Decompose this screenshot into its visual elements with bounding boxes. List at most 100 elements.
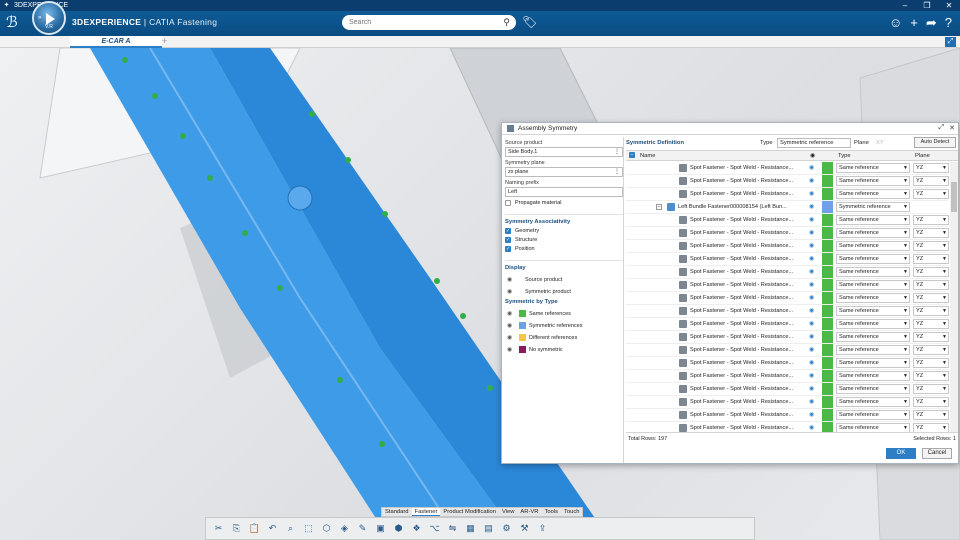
user-icon[interactable]: ☺ bbox=[889, 15, 902, 31]
display-source-row[interactable]: ◉ Source product bbox=[505, 276, 623, 284]
assembly-icon[interactable]: ❖ bbox=[410, 522, 423, 535]
fastener-icon[interactable]: ⬡ bbox=[320, 522, 333, 535]
col-type-header[interactable]: Type bbox=[838, 153, 851, 159]
row-type-select[interactable]: Same reference bbox=[836, 254, 910, 264]
row-plane-select[interactable]: YZ bbox=[913, 228, 949, 238]
search-icon[interactable]: ⚲ bbox=[503, 17, 510, 28]
action-tab-fastener[interactable]: Fastener bbox=[411, 508, 441, 516]
row-plane-select[interactable]: YZ bbox=[913, 423, 949, 432]
settings-icon[interactable]: ⚒ bbox=[518, 522, 531, 535]
row-type-select[interactable]: Symmetric reference bbox=[836, 202, 910, 212]
undo-icon[interactable]: ↶ bbox=[266, 522, 279, 535]
action-tab-ar-vr[interactable]: AR-VR bbox=[517, 508, 541, 516]
action-tab-view[interactable]: View bbox=[499, 508, 517, 516]
eye-icon[interactable]: ◉ bbox=[809, 190, 814, 197]
eye-icon[interactable]: ◉ bbox=[809, 424, 814, 431]
row-type-select[interactable]: Same reference bbox=[836, 306, 910, 316]
row-type-select[interactable]: Same reference bbox=[836, 410, 910, 420]
position-checkbox[interactable]: ✓ bbox=[505, 246, 511, 252]
bytype-row[interactable]: ◉ No symmetric bbox=[505, 346, 623, 353]
row-plane-select[interactable]: YZ bbox=[913, 410, 949, 420]
eye-icon[interactable]: ◉ bbox=[809, 281, 814, 288]
paste-icon[interactable]: 📋 bbox=[248, 522, 261, 535]
bytype-row[interactable]: ◉ Different references bbox=[505, 334, 623, 341]
eye-icon[interactable]: ◉ bbox=[809, 229, 814, 236]
action-tab-standard[interactable]: Standard bbox=[382, 508, 412, 516]
table-row[interactable]: Spot Fastener - Spot Weld - Resistance..… bbox=[626, 162, 949, 175]
scroll-thumb[interactable] bbox=[951, 182, 957, 212]
eye-icon[interactable]: ◉ bbox=[809, 385, 814, 392]
table-row[interactable]: Spot Fastener - Spot Weld - Resistance..… bbox=[626, 409, 949, 422]
fit-all-icon[interactable]: ⤢ bbox=[945, 37, 956, 47]
dialog-titlebar[interactable]: Assembly Symmetry bbox=[502, 123, 958, 135]
propagate-material-row[interactable]: Propagate material bbox=[505, 200, 623, 206]
auto-detect-button[interactable]: Auto Detect bbox=[914, 137, 956, 148]
row-plane-select[interactable]: YZ bbox=[913, 176, 949, 186]
close-icon[interactable]: ✕ bbox=[949, 124, 955, 132]
eye-icon[interactable]: ◉ bbox=[809, 216, 814, 223]
assoc-geometry-row[interactable]: ✓ Geometry bbox=[505, 228, 623, 234]
source-product-field[interactable]: Side Body.1 ⋮ bbox=[505, 147, 623, 157]
eye-icon[interactable]: ◉ bbox=[809, 333, 814, 340]
table-row[interactable]: Spot Fastener - Spot Weld - Resistance..… bbox=[626, 344, 949, 357]
type-select[interactable]: Symmetric reference bbox=[777, 138, 851, 148]
row-type-select[interactable]: Same reference bbox=[836, 345, 910, 355]
eye-icon[interactable]: ◉ bbox=[809, 294, 814, 301]
cube-icon[interactable]: ◈ bbox=[338, 522, 351, 535]
table-row[interactable]: Spot Fastener - Spot Weld - Resistance..… bbox=[626, 318, 949, 331]
table-icon[interactable]: ▤ bbox=[482, 522, 495, 535]
row-plane-select[interactable]: YZ bbox=[913, 254, 949, 264]
table-row[interactable]: Spot Fastener - Spot Weld - Resistance..… bbox=[626, 253, 949, 266]
grid-scrollbar[interactable] bbox=[950, 162, 958, 432]
row-type-select[interactable]: Same reference bbox=[836, 397, 910, 407]
row-plane-select[interactable]: YZ bbox=[913, 267, 949, 277]
cut-icon[interactable]: ✂ bbox=[212, 522, 225, 535]
table-row[interactable]: Spot Fastener - Spot Weld - Resistance..… bbox=[626, 422, 949, 432]
row-plane-select[interactable]: YZ bbox=[913, 306, 949, 316]
tree-icon[interactable]: ⌥ bbox=[428, 522, 441, 535]
row-plane-select[interactable]: YZ bbox=[913, 371, 949, 381]
row-type-select[interactable]: Same reference bbox=[836, 332, 910, 342]
structure-checkbox[interactable]: ✓ bbox=[505, 237, 511, 243]
eye-icon[interactable]: ◉ bbox=[809, 346, 814, 353]
table-row[interactable]: Spot Fastener - Spot Weld - Resistance..… bbox=[626, 188, 949, 201]
share-icon[interactable]: ➦ bbox=[926, 15, 937, 31]
eye-icon[interactable]: ◉ bbox=[507, 346, 519, 353]
row-type-select[interactable]: Same reference bbox=[836, 293, 910, 303]
row-type-select[interactable]: Same reference bbox=[836, 241, 910, 251]
pencil-icon[interactable]: ✎ bbox=[356, 522, 369, 535]
table-row[interactable]: Spot Fastener - Spot Weld - Resistance..… bbox=[626, 227, 949, 240]
geometry-checkbox[interactable]: ✓ bbox=[505, 228, 511, 234]
row-type-select[interactable]: Same reference bbox=[836, 215, 910, 225]
row-type-select[interactable]: Same reference bbox=[836, 371, 910, 381]
symmetry-icon[interactable]: ⇋ bbox=[446, 522, 459, 535]
eye-icon[interactable]: ◉ bbox=[809, 164, 814, 171]
table-row[interactable]: Spot Fastener - Spot Weld - Resistance..… bbox=[626, 370, 949, 383]
row-plane-select[interactable]: YZ bbox=[913, 345, 949, 355]
action-tab-tools[interactable]: Tools bbox=[541, 508, 561, 516]
row-plane-select[interactable]: YZ bbox=[913, 241, 949, 251]
eye-icon[interactable]: ◉ bbox=[809, 177, 814, 184]
add-tab-button[interactable]: + bbox=[162, 36, 167, 47]
bytype-row[interactable]: ◉ Symmetric references bbox=[505, 322, 623, 329]
row-plane-select[interactable]: YZ bbox=[913, 319, 949, 329]
more-icon[interactable]: ⋮ bbox=[614, 168, 620, 176]
row-type-select[interactable]: Same reference bbox=[836, 267, 910, 277]
row-plane-select[interactable]: YZ bbox=[913, 293, 949, 303]
help-icon[interactable]: ? bbox=[945, 15, 952, 31]
close-icon[interactable]: ✕ bbox=[938, 0, 960, 11]
eye-icon[interactable]: ◉ bbox=[809, 398, 814, 405]
restore-icon[interactable]: ❐ bbox=[916, 0, 938, 11]
col-plane-header[interactable]: Plane bbox=[915, 153, 930, 159]
select-icon[interactable]: ⬚ bbox=[302, 522, 315, 535]
row-plane-select[interactable]: YZ bbox=[913, 384, 949, 394]
row-type-select[interactable]: Same reference bbox=[836, 228, 910, 238]
table-row[interactable]: Spot Fastener - Spot Weld - Resistance..… bbox=[626, 383, 949, 396]
copy-icon[interactable]: ⎘ bbox=[230, 522, 243, 535]
eye-icon[interactable]: ◉ bbox=[809, 320, 814, 327]
row-type-select[interactable]: Same reference bbox=[836, 384, 910, 394]
gear-icon[interactable]: ⚙ bbox=[500, 522, 513, 535]
zoom-icon[interactable]: ⌕ bbox=[284, 522, 297, 535]
symmetry-plane-field[interactable]: zx plane ⋮ bbox=[505, 167, 623, 177]
table-row[interactable]: Spot Fastener - Spot Weld - Resistance..… bbox=[626, 396, 949, 409]
